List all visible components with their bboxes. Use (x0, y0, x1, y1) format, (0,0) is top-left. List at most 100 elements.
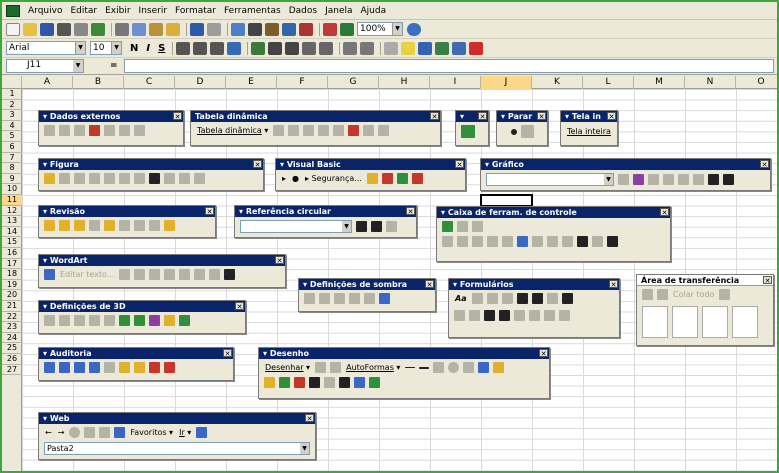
palette-title[interactable]: Área de transferência ✕ (637, 275, 773, 286)
combo-control-icon[interactable] (517, 236, 528, 247)
scrollbar-form-icon[interactable] (484, 310, 495, 321)
column-header[interactable]: C (124, 76, 175, 89)
trace-dependents-icon[interactable] (74, 362, 85, 373)
relative-reference-icon[interactable] (520, 125, 534, 138)
edit-code-icon[interactable] (529, 310, 540, 321)
query-params-icon[interactable] (74, 125, 85, 136)
format-wordart-icon[interactable] (134, 269, 146, 280)
sort-descending-icon[interactable] (299, 22, 313, 36)
autoshapes-button[interactable]: AutoFormas ▾ (346, 363, 400, 372)
print-preview-icon[interactable] (74, 22, 88, 36)
row-header[interactable]: 13 (2, 216, 22, 227)
edit-query-icon[interactable] (44, 125, 55, 136)
delete-comment-icon[interactable] (119, 220, 130, 231)
column-header[interactable]: D (175, 76, 226, 89)
close-icon[interactable]: ✕ (539, 349, 548, 358)
active-cell[interactable] (480, 194, 533, 207)
update-file-icon[interactable] (164, 220, 175, 231)
close-icon[interactable]: ✕ (609, 280, 618, 289)
close-icon[interactable]: ✕ (305, 414, 314, 423)
palette-title[interactable]: Tabela dinâmica ✕ (191, 111, 440, 122)
list-control-icon[interactable] (502, 236, 513, 247)
palette-title[interactable]: ▾ Definições de 3D ✕ (39, 301, 245, 312)
clipboard-slot[interactable] (732, 306, 758, 338)
field-list-icon[interactable] (378, 125, 390, 136)
save-icon[interactable] (40, 22, 54, 36)
tilt-left-icon[interactable] (89, 315, 100, 326)
button-control-icon[interactable] (472, 236, 483, 247)
run-dialog-icon[interactable] (559, 310, 570, 321)
circular-ref-select[interactable]: ▼ (240, 220, 352, 233)
data-table-icon[interactable] (663, 174, 674, 185)
row-header[interactable]: 20 (2, 290, 22, 301)
script-editor-icon[interactable] (411, 173, 423, 184)
prev-comment-icon[interactable] (59, 220, 70, 231)
palette-title[interactable]: ▾ Referência circular ✕ (235, 206, 416, 217)
menu-editar[interactable]: Editar (66, 6, 101, 16)
image-control-icon[interactable] (592, 236, 603, 247)
row-header[interactable]: 2 (2, 100, 22, 111)
3d-onoff-icon[interactable] (44, 315, 55, 326)
format-picture-icon[interactable] (179, 173, 190, 184)
shadow-onoff-icon[interactable] (304, 293, 315, 304)
new-comment-icon[interactable] (134, 362, 145, 373)
palette-title[interactable]: ▾ Caixa de ferram. de controle ✕ (437, 207, 670, 218)
palette-title[interactable]: ▾ Auditoria ✕ (39, 348, 233, 359)
row-header[interactable]: 15 (2, 237, 22, 248)
select-all-corner[interactable] (2, 76, 22, 89)
combo-dropdown-icon[interactable] (469, 310, 480, 321)
combo-list-icon[interactable] (454, 310, 465, 321)
show-web-toolbar-icon[interactable] (196, 427, 208, 438)
row-header[interactable]: 5 (2, 131, 22, 142)
close-icon[interactable]: ✕ (607, 112, 616, 121)
nudge-left-icon[interactable] (349, 293, 360, 304)
nudge-down-icon[interactable] (334, 293, 345, 304)
new-icon[interactable] (6, 22, 20, 36)
draw-menu-button[interactable]: Desenhar ▾ (265, 363, 310, 372)
palette-title[interactable]: ▾ Visual Basic ✕ (276, 159, 465, 170)
palette-title[interactable]: ▾ Tela in ✕ (561, 111, 617, 122)
clipart-icon[interactable] (493, 362, 505, 373)
email-icon[interactable] (134, 220, 145, 231)
free-rotate-icon[interactable] (330, 362, 342, 373)
close-icon[interactable]: ✕ (253, 160, 262, 169)
more-contrast-icon[interactable] (74, 173, 85, 184)
excel-doc-icon[interactable] (6, 4, 20, 17)
3d-icon[interactable] (369, 377, 380, 388)
image-control-icon[interactable] (59, 173, 70, 184)
remove-arrows-icon[interactable] (386, 221, 397, 232)
grid-icon[interactable] (452, 41, 467, 55)
borders-icon[interactable] (384, 41, 399, 55)
refresh-icon[interactable] (89, 125, 100, 136)
palette-title[interactable]: ▾ Gráfico ✕ (481, 159, 770, 170)
chart-wizard-icon[interactable] (323, 22, 337, 36)
palette-title[interactable]: ▾ Desenho ✕ (259, 348, 549, 359)
format-report-icon[interactable] (273, 125, 285, 136)
menu-arquivo[interactable]: Arquivo (24, 6, 66, 16)
close-icon[interactable]: ✕ (478, 112, 487, 121)
palette-title[interactable]: ▾ Definições de sombra ✕ (299, 279, 435, 290)
close-icon[interactable]: ✕ (430, 112, 439, 121)
format-chart-icon[interactable] (618, 174, 629, 185)
row-header[interactable]: 19 (2, 280, 22, 291)
show-detail-icon[interactable] (333, 125, 345, 136)
print-icon[interactable] (57, 22, 71, 36)
palette-title[interactable]: ▾ Web ✕ (39, 413, 315, 424)
more-brightness-icon[interactable] (104, 173, 115, 184)
fill-color-icon[interactable] (401, 41, 416, 55)
row-header[interactable]: 18 (2, 269, 22, 280)
close-icon[interactable]: ✕ (275, 256, 284, 265)
menu-ferramentas[interactable]: Ferramentas (220, 6, 285, 16)
chevron-down-icon[interactable]: ▼ (73, 60, 83, 72)
security-button[interactable]: ▸ Segurança... (305, 174, 362, 183)
remove-all-arrows-icon[interactable] (104, 362, 115, 373)
refresh-icon[interactable] (84, 427, 96, 438)
trace-precedents-icon[interactable] (371, 221, 382, 232)
shadow-icon[interactable] (354, 377, 365, 388)
field-settings-icon[interactable] (363, 125, 375, 136)
column-header[interactable]: O (736, 76, 777, 89)
pivot-menu-button[interactable]: Tabela dinâmica ▾ (197, 126, 268, 135)
zoom-select[interactable]: 100% ▼ (357, 22, 403, 36)
sort-ascending-icon[interactable] (282, 22, 296, 36)
row-header[interactable]: 23 (2, 322, 22, 333)
